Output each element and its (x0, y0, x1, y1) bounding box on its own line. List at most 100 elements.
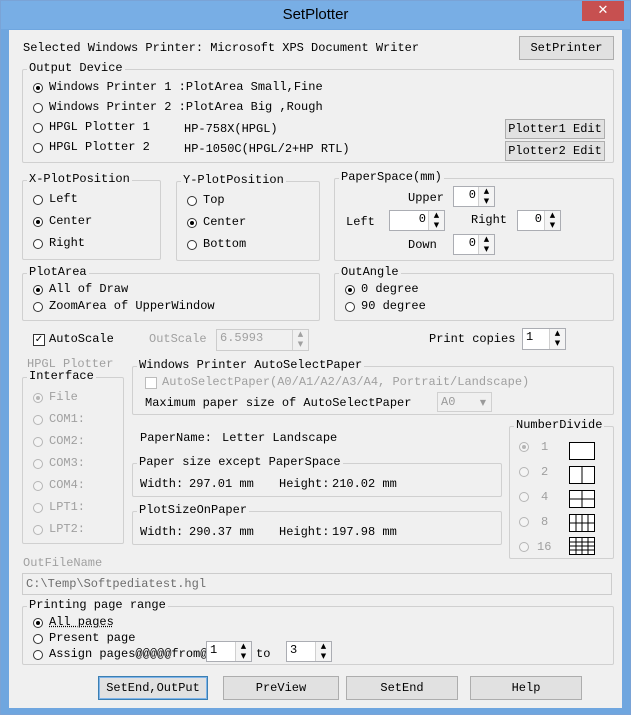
page-to-value: 3 (290, 643, 298, 657)
paper-space-upper-value: 0 (468, 188, 476, 202)
y-top-radio[interactable] (187, 196, 197, 206)
auto-select-paper-checkbox[interactable] (145, 377, 157, 389)
paper-space-left-arrows[interactable]: ▲ ▼ (428, 211, 444, 230)
output-windows-printer-2-radio[interactable] (33, 103, 43, 113)
print-copies-label: Print copies (429, 332, 516, 346)
paper-space-left-spinner[interactable]: 0 ▲ ▼ (389, 210, 445, 231)
chevron-down-icon[interactable]: ▼ (475, 393, 491, 411)
out-angle-group: OutAngle 0 degree 90 degree (334, 265, 614, 321)
number-divide-title: NumberDivide (514, 418, 605, 432)
divide-16-radio[interactable] (519, 542, 529, 552)
out-file-name-input[interactable]: C:\Temp\Softpediatest.hgl (22, 573, 612, 595)
x-right-radio[interactable] (33, 239, 43, 249)
spin-down-icon[interactable]: ▼ (316, 652, 331, 662)
interface-file-radio[interactable] (33, 393, 43, 403)
print-copies-value: 1 (526, 330, 534, 344)
set-printer-button[interactable]: SetPrinter (519, 36, 614, 60)
page-range-all-radio[interactable] (33, 618, 43, 628)
page-range-assign-radio[interactable] (33, 650, 43, 660)
y-bottom-radio[interactable] (187, 240, 197, 250)
print-copies-spinner[interactable]: 1 ▲ ▼ (522, 328, 566, 350)
paper-height-label: Height: (279, 477, 330, 491)
interface-com4-radio[interactable] (33, 481, 43, 491)
spin-up-icon[interactable]: ▲ (429, 211, 444, 221)
paper-space-down-spinner[interactable]: 0 ▲ ▼ (453, 234, 495, 255)
window-title: SetPlotter (282, 6, 349, 23)
angle-90-radio[interactable] (345, 302, 355, 312)
spin-up-icon[interactable]: ▲ (550, 329, 565, 339)
spin-down-icon[interactable]: ▼ (479, 245, 494, 255)
spin-down-icon[interactable]: ▼ (545, 221, 560, 231)
interface-com1-radio[interactable] (33, 415, 43, 425)
preview-button[interactable]: PreView (223, 676, 339, 700)
max-paper-size-select[interactable]: A0 ▼ (437, 392, 492, 412)
x-left-radio[interactable] (33, 195, 43, 205)
divide-1-radio[interactable] (519, 442, 529, 452)
spin-down-icon[interactable]: ▼ (293, 340, 308, 350)
y-center-radio[interactable] (187, 218, 197, 228)
divide-4-radio[interactable] (519, 492, 529, 502)
page-from-spinner[interactable]: 1 ▲ ▼ (206, 641, 252, 662)
spin-up-icon[interactable]: ▲ (479, 235, 494, 245)
outscale-arrows[interactable]: ▲ ▼ (292, 330, 308, 350)
spin-up-icon[interactable]: ▲ (316, 642, 331, 652)
x-plot-position-title: X-PlotPosition (27, 172, 132, 186)
plotter2-edit-button[interactable]: Plotter2 Edit (505, 141, 605, 161)
spin-up-icon[interactable]: ▲ (545, 211, 560, 221)
paper-space-upper-spinner[interactable]: 0 ▲ ▼ (453, 186, 495, 207)
page-range-present-radio[interactable] (33, 634, 43, 644)
interface-lpt1-radio[interactable] (33, 503, 43, 513)
spin-down-icon[interactable]: ▼ (236, 652, 251, 662)
hpgl-plotter-1-model: HP-758X(HPGL) (184, 122, 278, 136)
output-windows-printer-1-radio[interactable] (33, 83, 43, 93)
x-plot-position-group: X-PlotPosition Left Center Right (22, 172, 161, 260)
angle-0-radio[interactable] (345, 285, 355, 295)
setend-button[interactable]: SetEnd (346, 676, 458, 700)
spin-up-icon[interactable]: ▲ (236, 642, 251, 652)
output-hpgl-plotter-2-radio[interactable] (33, 143, 43, 153)
page-from-arrows[interactable]: ▲ ▼ (235, 642, 251, 661)
plot-area-zoom-label: ZoomArea of UpperWindow (49, 299, 215, 313)
x-center-radio[interactable] (33, 217, 43, 227)
spin-down-icon[interactable]: ▼ (550, 339, 565, 349)
help-button[interactable]: Help (470, 676, 582, 700)
spin-up-icon[interactable]: ▲ (479, 187, 494, 197)
plot-area-all-radio[interactable] (33, 285, 43, 295)
interface-lpt2-radio[interactable] (33, 525, 43, 535)
outscale-label: OutScale (149, 332, 207, 346)
close-button[interactable]: ✕ (582, 1, 624, 21)
interface-com2-radio[interactable] (33, 437, 43, 447)
divide-2-label: 2 (541, 465, 549, 479)
auto-select-paper-group: Windows Printer AutoSelectPaper AutoSele… (132, 358, 614, 415)
paper-space-group: PaperSpace(mm) Upper 0 ▲ ▼ Left 0 ▲ ▼ Righ… (334, 170, 614, 261)
plotter1-edit-button[interactable]: Plotter1 Edit (505, 119, 605, 139)
autoscale-checkbox[interactable]: ✓ (33, 334, 45, 346)
interface-lpt1-label: LPT1: (49, 500, 86, 514)
divide-8-icon (569, 514, 595, 532)
outscale-spinner[interactable]: 6.5993 ▲ ▼ (216, 329, 309, 351)
dialog-client: Selected Windows Printer: Microsoft XPS … (9, 30, 622, 708)
max-paper-size-label: Maximum paper size of AutoSelectPaper (145, 396, 412, 410)
spin-down-icon[interactable]: ▼ (479, 197, 494, 207)
divide-8-radio[interactable] (519, 517, 529, 527)
output-hpgl-plotter-1-radio[interactable] (33, 123, 43, 133)
page-to-spinner[interactable]: 3 ▲ ▼ (286, 641, 332, 662)
paper-space-right-arrows[interactable]: ▲ ▼ (544, 211, 560, 230)
spin-up-icon[interactable]: ▲ (293, 330, 308, 340)
divide-2-radio[interactable] (519, 467, 529, 477)
paper-space-right-spinner[interactable]: 0 ▲ ▼ (517, 210, 561, 231)
plot-area-group: PlotArea All of Draw ZoomArea of UpperWi… (22, 265, 320, 321)
title-bar[interactable]: SetPlotter ✕ (1, 1, 630, 29)
print-copies-arrows[interactable]: ▲ ▼ (549, 329, 565, 349)
interface-com3-radio[interactable] (33, 459, 43, 469)
x-center-label: Center (49, 214, 93, 228)
interface-group: Interface File COM1: COM2: COM3: COM4: L… (22, 369, 124, 544)
page-to-arrows[interactable]: ▲ ▼ (315, 642, 331, 661)
interface-com2-label: COM2: (49, 434, 86, 448)
angle-0-label: 0 degree (361, 282, 419, 296)
paper-space-upper-arrows[interactable]: ▲ ▼ (478, 187, 494, 206)
spin-down-icon[interactable]: ▼ (429, 221, 444, 231)
paper-space-down-arrows[interactable]: ▲ ▼ (478, 235, 494, 254)
plot-area-zoom-radio[interactable] (33, 302, 43, 312)
setend-output-button[interactable]: SetEnd,OutPut (98, 676, 208, 700)
